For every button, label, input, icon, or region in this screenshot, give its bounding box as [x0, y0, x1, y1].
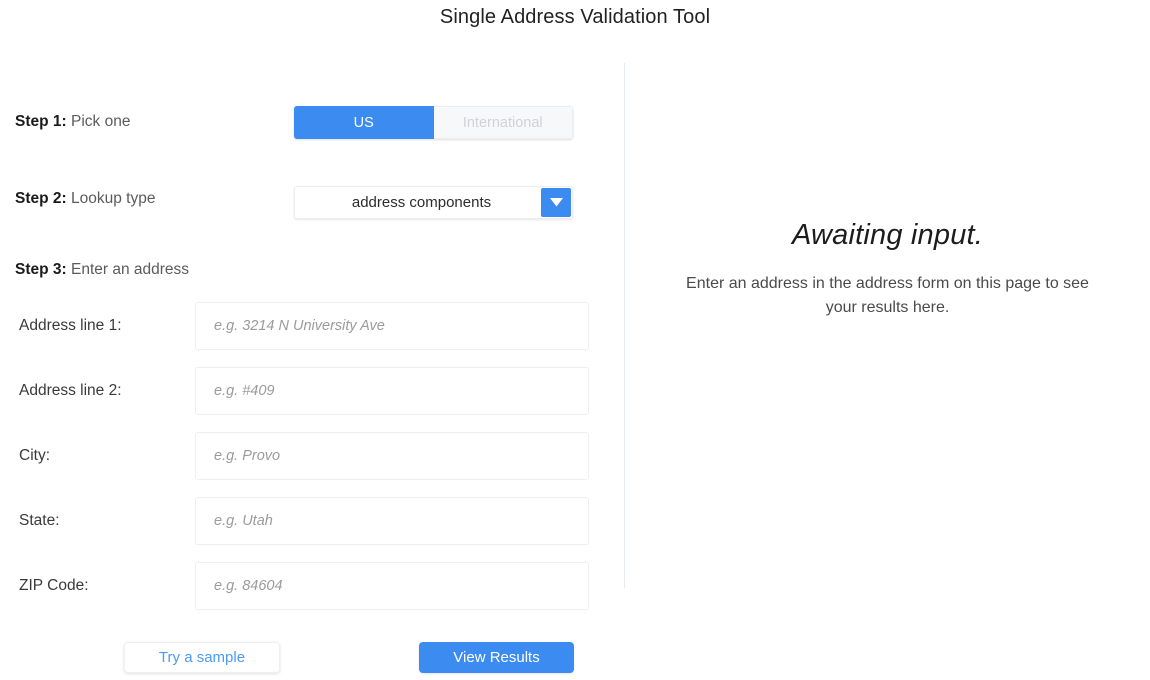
step-1-number: Step 1:	[15, 113, 67, 130]
field-row-city: City:	[0, 432, 624, 480]
step-1-description: Pick one	[71, 113, 131, 130]
results-body-text: Enter an address in the address form on …	[686, 275, 1089, 316]
chevron-down-icon[interactable]	[541, 188, 571, 217]
view-results-button[interactable]: View Results	[419, 642, 574, 673]
results-heading: Awaiting input.	[791, 219, 984, 251]
address-line-2-input[interactable]	[195, 367, 589, 415]
step-1-label: Step 1: Pick one	[15, 113, 130, 131]
results-pane: Awaiting input. Enter an address in the …	[625, 0, 1150, 680]
step-2-label: Step 2: Lookup type	[15, 190, 155, 208]
address-form-pane: Step 1: Pick one US International Step 2…	[0, 0, 624, 680]
lookup-type-select[interactable]: address components	[294, 186, 573, 219]
zip-code-input[interactable]	[195, 562, 589, 610]
label-state: State:	[19, 512, 60, 529]
label-zip-code: ZIP Code:	[19, 577, 89, 594]
label-city: City:	[19, 447, 50, 464]
field-row-address-line-1: Address line 1:	[0, 302, 624, 350]
label-address-line-2: Address line 2:	[19, 382, 122, 399]
step-3-description: Enter an address	[71, 261, 190, 278]
toggle-us[interactable]: US	[294, 106, 434, 139]
try-a-sample-button[interactable]: Try a sample	[124, 642, 280, 673]
field-row-address-line-2: Address line 2:	[0, 367, 624, 415]
field-row-zip-code: ZIP Code:	[0, 562, 624, 610]
lookup-type-value: address components	[351, 194, 492, 211]
step-2-description: Lookup type	[71, 190, 156, 207]
city-input[interactable]	[195, 432, 589, 480]
country-toggle-group[interactable]: US International	[294, 106, 573, 139]
label-address-line-1: Address line 1:	[19, 317, 122, 334]
toggle-international[interactable]: International	[433, 106, 573, 139]
state-input[interactable]	[195, 497, 589, 545]
step-2-number: Step 2:	[15, 190, 67, 207]
step-3-number: Step 3:	[15, 261, 67, 278]
step-3-label: Step 3: Enter an address	[15, 261, 189, 279]
field-row-state: State:	[0, 497, 624, 545]
address-line-1-input[interactable]	[195, 302, 589, 350]
